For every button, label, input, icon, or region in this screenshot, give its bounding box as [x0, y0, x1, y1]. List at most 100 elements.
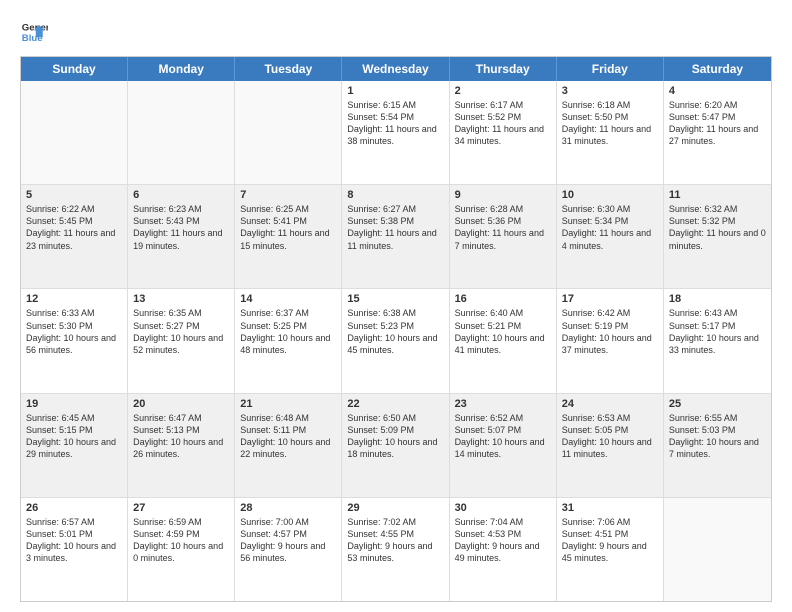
- day-info: Sunrise: 6:28 AMSunset: 5:36 PMDaylight:…: [455, 203, 551, 252]
- day-info: Sunrise: 6:47 AMSunset: 5:13 PMDaylight:…: [133, 412, 229, 461]
- day-number: 15: [347, 293, 443, 305]
- day-info: Sunrise: 6:50 AMSunset: 5:09 PMDaylight:…: [347, 412, 443, 461]
- day-cell: 30 Sunrise: 7:04 AMSunset: 4:53 PMDayligh…: [450, 498, 557, 601]
- page: General Blue SundayMondayTuesdayWednesda…: [0, 0, 792, 612]
- weekday-header: Thursday: [450, 57, 557, 81]
- day-info: Sunrise: 7:04 AMSunset: 4:53 PMDaylight:…: [455, 516, 551, 565]
- day-number: 14: [240, 293, 336, 305]
- day-number: 23: [455, 398, 551, 410]
- logo-icon: General Blue: [20, 18, 48, 46]
- day-cell: 12 Sunrise: 6:33 AMSunset: 5:30 PMDayligh…: [21, 289, 128, 392]
- day-info: Sunrise: 6:38 AMSunset: 5:23 PMDaylight:…: [347, 307, 443, 356]
- day-number: 13: [133, 293, 229, 305]
- weekday-header: Monday: [128, 57, 235, 81]
- calendar-row: 1 Sunrise: 6:15 AMSunset: 5:54 PMDaylight…: [21, 81, 771, 185]
- day-cell: 8 Sunrise: 6:27 AMSunset: 5:38 PMDaylight…: [342, 185, 449, 288]
- day-info: Sunrise: 6:15 AMSunset: 5:54 PMDaylight:…: [347, 99, 443, 148]
- day-cell: 24 Sunrise: 6:53 AMSunset: 5:05 PMDayligh…: [557, 394, 664, 497]
- day-cell: 23Sunrise: 6:52 AMSunset: 5:07 PMDayligh…: [450, 394, 557, 497]
- day-cell: 25 Sunrise: 6:55 AMSunset: 5:03 PMDayligh…: [664, 394, 771, 497]
- day-info: Sunrise: 6:40 AMSunset: 5:21 PMDaylight:…: [455, 307, 551, 356]
- day-info: Sunrise: 6:27 AMSunset: 5:38 PMDaylight:…: [347, 203, 443, 252]
- day-cell: 5 Sunrise: 6:22 AMSunset: 5:45 PMDaylight…: [21, 185, 128, 288]
- day-info: Sunrise: 6:18 AMSunset: 5:50 PMDaylight:…: [562, 99, 658, 148]
- day-cell: 1 Sunrise: 6:15 AMSunset: 5:54 PMDaylight…: [342, 81, 449, 184]
- calendar-row: 19Sunrise: 6:45 AMSunset: 5:15 PMDayligh…: [21, 394, 771, 498]
- day-info: Sunrise: 6:23 AMSunset: 5:43 PMDaylight:…: [133, 203, 229, 252]
- empty-cell: [21, 81, 128, 184]
- day-info: Sunrise: 6:48 AMSunset: 5:11 PMDaylight:…: [240, 412, 336, 461]
- day-number: 20: [133, 398, 229, 410]
- day-cell: 15 Sunrise: 6:38 AMSunset: 5:23 PMDayligh…: [342, 289, 449, 392]
- day-number: 21: [240, 398, 336, 410]
- day-number: 12: [26, 293, 122, 305]
- calendar-header: SundayMondayTuesdayWednesdayThursdayFrid…: [21, 57, 771, 81]
- day-number: 24: [562, 398, 658, 410]
- day-info: Sunrise: 7:02 AMSunset: 4:55 PMDaylight:…: [347, 516, 443, 565]
- day-number: 2: [455, 85, 551, 97]
- logo: General Blue: [20, 18, 48, 46]
- day-number: 7: [240, 189, 336, 201]
- day-info: Sunrise: 6:43 AMSunset: 5:17 PMDaylight:…: [669, 307, 766, 356]
- calendar-row: 5 Sunrise: 6:22 AMSunset: 5:45 PMDaylight…: [21, 185, 771, 289]
- day-cell: 17 Sunrise: 6:42 AMSunset: 5:19 PMDayligh…: [557, 289, 664, 392]
- day-info: Sunrise: 6:32 AMSunset: 5:32 PMDaylight:…: [669, 203, 766, 252]
- day-info: Sunrise: 7:00 AMSunset: 4:57 PMDaylight:…: [240, 516, 336, 565]
- empty-cell: [664, 498, 771, 601]
- weekday-header: Friday: [557, 57, 664, 81]
- day-cell: 3 Sunrise: 6:18 AMSunset: 5:50 PMDaylight…: [557, 81, 664, 184]
- day-cell: 14Sunrise: 6:37 AMSunset: 5:25 PMDayligh…: [235, 289, 342, 392]
- empty-cell: [235, 81, 342, 184]
- day-number: 30: [455, 502, 551, 514]
- day-number: 22: [347, 398, 443, 410]
- day-number: 9: [455, 189, 551, 201]
- calendar-row: 12 Sunrise: 6:33 AMSunset: 5:30 PMDayligh…: [21, 289, 771, 393]
- day-info: Sunrise: 7:06 AMSunset: 4:51 PMDaylight:…: [562, 516, 658, 565]
- day-info: Sunrise: 6:57 AMSunset: 5:01 PMDaylight:…: [26, 516, 122, 565]
- calendar: SundayMondayTuesdayWednesdayThursdayFrid…: [20, 56, 772, 602]
- day-number: 25: [669, 398, 766, 410]
- empty-cell: [128, 81, 235, 184]
- day-info: Sunrise: 6:59 AMSunset: 4:59 PMDaylight:…: [133, 516, 229, 565]
- day-info: Sunrise: 6:17 AMSunset: 5:52 PMDaylight:…: [455, 99, 551, 148]
- svg-text:General: General: [22, 22, 48, 33]
- day-info: Sunrise: 6:35 AMSunset: 5:27 PMDaylight:…: [133, 307, 229, 356]
- day-number: 27: [133, 502, 229, 514]
- day-number: 11: [669, 189, 766, 201]
- day-cell: 22 Sunrise: 6:50 AMSunset: 5:09 PMDayligh…: [342, 394, 449, 497]
- day-cell: 27 Sunrise: 6:59 AMSunset: 4:59 PMDayligh…: [128, 498, 235, 601]
- weekday-header: Wednesday: [342, 57, 449, 81]
- day-number: 3: [562, 85, 658, 97]
- day-info: Sunrise: 6:55 AMSunset: 5:03 PMDaylight:…: [669, 412, 766, 461]
- weekday-header: Tuesday: [235, 57, 342, 81]
- day-cell: 19Sunrise: 6:45 AMSunset: 5:15 PMDayligh…: [21, 394, 128, 497]
- day-cell: 2 Sunrise: 6:17 AMSunset: 5:52 PMDaylight…: [450, 81, 557, 184]
- day-number: 18: [669, 293, 766, 305]
- day-number: 1: [347, 85, 443, 97]
- calendar-row: 26 Sunrise: 6:57 AMSunset: 5:01 PMDayligh…: [21, 498, 771, 601]
- day-number: 5: [26, 189, 122, 201]
- day-number: 8: [347, 189, 443, 201]
- weekday-header: Sunday: [21, 57, 128, 81]
- day-cell: 13 Sunrise: 6:35 AMSunset: 5:27 PMDayligh…: [128, 289, 235, 392]
- day-cell: 26 Sunrise: 6:57 AMSunset: 5:01 PMDayligh…: [21, 498, 128, 601]
- day-number: 19: [26, 398, 122, 410]
- header: General Blue: [20, 18, 772, 46]
- day-number: 31: [562, 502, 658, 514]
- day-number: 6: [133, 189, 229, 201]
- day-cell: 16 Sunrise: 6:40 AMSunset: 5:21 PMDayligh…: [450, 289, 557, 392]
- day-cell: 10Sunrise: 6:30 AMSunset: 5:34 PMDayligh…: [557, 185, 664, 288]
- day-info: Sunrise: 6:30 AMSunset: 5:34 PMDaylight:…: [562, 203, 658, 252]
- day-number: 26: [26, 502, 122, 514]
- day-cell: 6 Sunrise: 6:23 AMSunset: 5:43 PMDaylight…: [128, 185, 235, 288]
- day-info: Sunrise: 6:53 AMSunset: 5:05 PMDaylight:…: [562, 412, 658, 461]
- day-info: Sunrise: 6:33 AMSunset: 5:30 PMDaylight:…: [26, 307, 122, 356]
- day-info: Sunrise: 6:22 AMSunset: 5:45 PMDaylight:…: [26, 203, 122, 252]
- day-cell: 18 Sunrise: 6:43 AMSunset: 5:17 PMDayligh…: [664, 289, 771, 392]
- day-cell: 21 Sunrise: 6:48 AMSunset: 5:11 PMDayligh…: [235, 394, 342, 497]
- day-info: Sunrise: 6:20 AMSunset: 5:47 PMDaylight:…: [669, 99, 766, 148]
- day-info: Sunrise: 6:42 AMSunset: 5:19 PMDaylight:…: [562, 307, 658, 356]
- day-number: 16: [455, 293, 551, 305]
- day-cell: 31 Sunrise: 7:06 AMSunset: 4:51 PMDayligh…: [557, 498, 664, 601]
- day-number: 17: [562, 293, 658, 305]
